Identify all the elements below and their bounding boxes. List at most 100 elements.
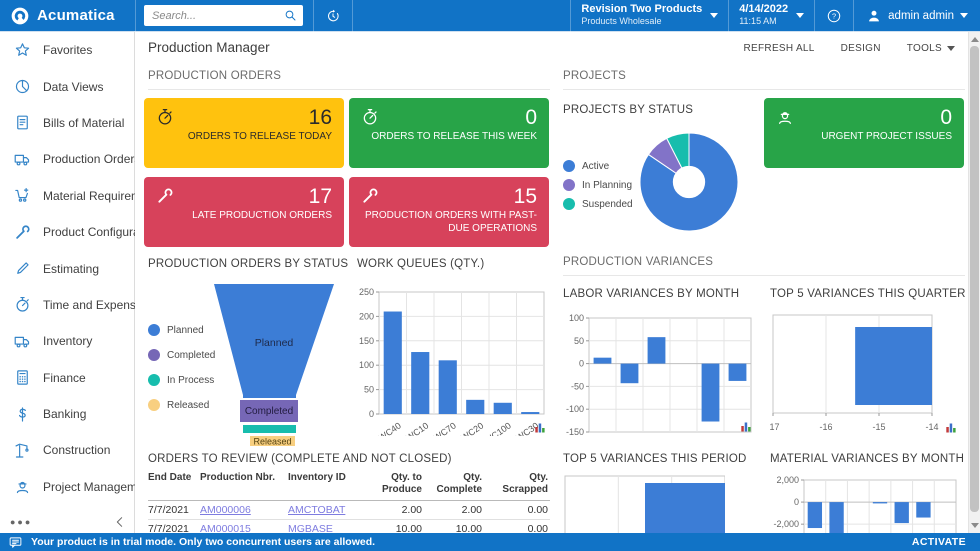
- sidebar-item-finance[interactable]: Finance: [0, 360, 134, 396]
- brand-name: Acumatica: [37, 7, 115, 24]
- cell-qty-to-produce: 10.00: [360, 520, 424, 533]
- chevron-down-icon: [947, 46, 955, 51]
- kpi-orders-to-release-this-week[interactable]: 0 ORDERS TO RELEASE THIS WEEK: [349, 98, 549, 168]
- production-nbr-link[interactable]: AM000006: [200, 504, 251, 516]
- search-icon[interactable]: [283, 8, 298, 23]
- business-date: 4/14/2022: [739, 4, 788, 15]
- funnel-legend: Planned Completed In Process Released: [148, 324, 215, 411]
- production-orders-by-status-title: PRODUCTION ORDERS BY STATUS: [148, 258, 348, 270]
- column-header: Qty. to Produce: [360, 469, 424, 501]
- sidebar-item-favorites[interactable]: Favorites: [0, 32, 134, 68]
- svg-text:?: ?: [832, 11, 836, 20]
- design-button[interactable]: DESIGN: [841, 43, 881, 54]
- chart-data-icon[interactable]: [534, 422, 546, 434]
- svg-text:50: 50: [364, 385, 374, 395]
- sidebar-item-product-configurator[interactable]: Product Configurator: [0, 214, 134, 250]
- kpi-value: 15: [514, 186, 537, 208]
- material-variances-chart: 2,0000-2,000: [770, 470, 960, 533]
- refresh-all-button[interactable]: REFRESH ALL: [744, 43, 815, 54]
- legend-swatch: [563, 198, 575, 210]
- pie-icon: [13, 77, 32, 96]
- svg-text:150: 150: [359, 336, 374, 346]
- projects-by-status-title: PROJECTS BY STATUS: [563, 104, 693, 116]
- kpi-urgent-project-issues[interactable]: 0 URGENT PROJECT ISSUES: [764, 98, 964, 168]
- legend-item: Completed: [148, 349, 215, 361]
- acumatica-dashboard: Acumatica Revision Two Products Products…: [0, 0, 980, 551]
- page-actions: REFRESH ALL DESIGN TOOLS: [744, 43, 955, 54]
- sidebar-item-bills-of-material[interactable]: Bills of Material: [0, 105, 134, 141]
- worker-icon: [13, 477, 32, 496]
- business-date-selector[interactable]: 4/14/2022 11:15 AM: [729, 0, 814, 32]
- kpi-past-due-operations[interactable]: 15 PRODUCTION ORDERS WITH PAST-DUE OPERA…: [349, 177, 549, 247]
- sidebar-item-data-views[interactable]: Data Views: [0, 68, 134, 104]
- cell-end-date: 7/7/2021: [148, 520, 200, 533]
- cell-qty-complete: 2.00: [424, 501, 484, 520]
- activate-button[interactable]: ACTIVATE: [912, 536, 966, 548]
- topbar-divider: [352, 0, 353, 32]
- scrollbar-thumb[interactable]: [970, 46, 979, 512]
- sidebar-item-inventory[interactable]: Inventory: [0, 323, 134, 359]
- crane-icon: [13, 441, 32, 460]
- tenant-branch: Products Wholesale: [581, 16, 702, 27]
- svg-text:Completed: Completed: [245, 406, 293, 417]
- cell-qty-scrapped: 0.00: [484, 501, 550, 520]
- kpi-label: URGENT PROJECT ISSUES: [775, 130, 952, 143]
- chevron-down-icon: [796, 13, 804, 18]
- production-orders-funnel-chart: PlannedCompletedReleased: [214, 284, 334, 446]
- truck-icon: [13, 332, 32, 351]
- message-icon: [8, 535, 23, 550]
- cell-qty-complete: 10.00: [424, 520, 484, 533]
- chart-data-icon[interactable]: [945, 422, 957, 434]
- column-header: Qty. Scrapped: [484, 469, 550, 501]
- sidebar-collapse-button[interactable]: [112, 514, 128, 530]
- projects-by-status-donut-chart: [639, 132, 739, 232]
- production-nbr-link[interactable]: AM000015: [200, 523, 251, 533]
- kpi-late-production-orders[interactable]: 17 LATE PRODUCTION ORDERS: [144, 177, 344, 247]
- chart-data-icon[interactable]: [740, 421, 752, 433]
- inventory-id-link[interactable]: AMCTOBAT: [288, 504, 345, 516]
- kpi-label: ORDERS TO RELEASE THIS WEEK: [360, 130, 537, 143]
- scroll-down-arrow[interactable]: [971, 523, 979, 528]
- sidebar-item-material-requirements[interactable]: Material Requirem...: [0, 178, 134, 214]
- page-title: Production Manager: [148, 40, 270, 55]
- section-production-orders: PRODUCTION ORDERS: [148, 70, 550, 90]
- top5-quarter-title: TOP 5 VARIANCES THIS QUARTER: [770, 288, 966, 300]
- dashboard-main: Production Manager REFRESH ALL DESIGN TO…: [135, 32, 968, 533]
- kpi-label: ORDERS TO RELEASE TODAY: [155, 130, 332, 143]
- sidebar-more-button[interactable]: ●●●: [10, 517, 32, 527]
- orders-to-review-title: ORDERS TO REVIEW (COMPLETE AND NOT CLOSE…: [148, 453, 452, 465]
- legend-swatch: [148, 374, 160, 386]
- material-variances-title: MATERIAL VARIANCES BY MONTH: [770, 453, 964, 465]
- stopwatch-icon: [155, 107, 175, 127]
- tenant-selector[interactable]: Revision Two Products Products Wholesale: [571, 0, 728, 32]
- sidebar-item-banking[interactable]: Banking: [0, 396, 134, 432]
- sidebar-item-project-management[interactable]: Project Management: [0, 469, 134, 505]
- cell-qty-scrapped: 0.00: [484, 520, 550, 533]
- column-header: Production Nbr.: [200, 469, 288, 501]
- svg-text:2,000: 2,000: [776, 475, 799, 485]
- svg-text:Planned: Planned: [255, 337, 294, 349]
- tools-button[interactable]: TOOLS: [907, 43, 955, 54]
- svg-text:-17: -17: [770, 422, 780, 432]
- sidebar-item-construction[interactable]: Construction: [0, 432, 134, 468]
- svg-text:0: 0: [579, 359, 584, 369]
- help-button[interactable]: ?: [815, 8, 853, 24]
- kpi-value: 16: [309, 107, 332, 129]
- kpi-orders-to-release-today[interactable]: 16 ORDERS TO RELEASE TODAY: [144, 98, 344, 168]
- cell-qty-to-produce: 2.00: [360, 501, 424, 520]
- sidebar-item-estimating[interactable]: Estimating: [0, 250, 134, 286]
- sidebar-item-production-orders[interactable]: Production Orders: [0, 141, 134, 177]
- scroll-up-arrow[interactable]: [971, 37, 979, 42]
- svg-text:0: 0: [794, 497, 799, 507]
- cell-end-date: 7/7/2021: [148, 501, 200, 520]
- cell-inventory-id: AMCTOBAT: [288, 501, 360, 520]
- labor-variances-chart: 100500-50-100-150: [563, 304, 753, 436]
- user-menu[interactable]: admin admin: [854, 8, 980, 24]
- acumatica-logo[interactable]: Acumatica: [0, 6, 135, 26]
- inventory-id-link[interactable]: MGBASE: [288, 523, 333, 533]
- search-input[interactable]: [144, 5, 303, 26]
- sidebar-item-time-and-expenses[interactable]: Time and Expenses: [0, 287, 134, 323]
- dollar-icon: [13, 405, 32, 424]
- business-date-button[interactable]: [314, 8, 352, 24]
- svg-text:WC70: WC70: [432, 420, 458, 436]
